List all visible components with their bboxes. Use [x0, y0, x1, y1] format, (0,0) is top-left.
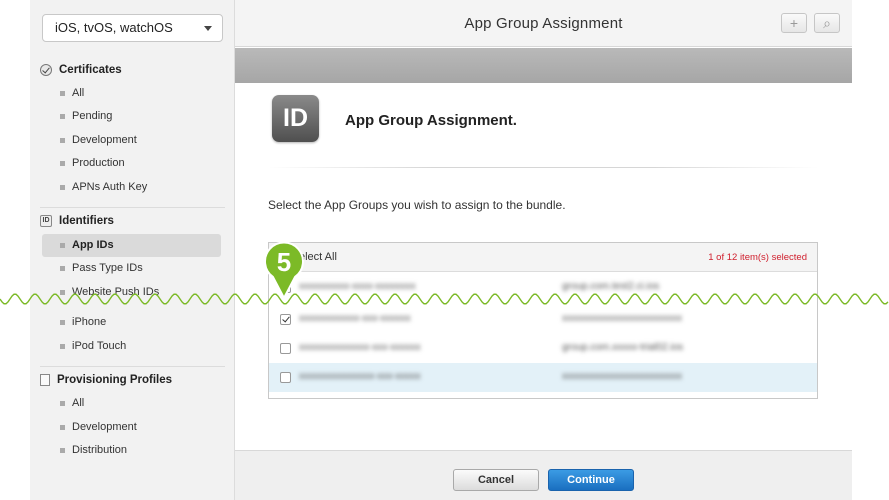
bullet-icon — [60, 290, 65, 295]
sidebar-item-label: All — [72, 87, 85, 99]
table-row[interactable]: xxxxxxxxxxxxxxx-xxx-xxxxx xxxxxxxxxxxxxx… — [269, 363, 817, 392]
sidebar-item-certificates-development[interactable]: Development — [42, 129, 221, 152]
step-marker-icon: 5 — [264, 241, 304, 300]
sidebar-item-profiles-development[interactable]: Development — [42, 416, 221, 439]
sidebar-item-label: Production — [72, 157, 125, 169]
app-group-identifier: group.com.xxxxx-trial02.ios — [562, 342, 684, 353]
app-group-identifier: xxxxxxxxxxxxxxxxxxxxxxxx — [562, 313, 682, 324]
sidebar-item-label: iPod Touch — [72, 340, 127, 352]
page-title: App Group Assignment. — [345, 112, 517, 129]
sidebar-item-certificates-production[interactable]: Production — [42, 152, 221, 175]
sidebar-item-label: Development — [72, 421, 137, 433]
platform-select-value: iOS, tvOS, watchOS — [55, 20, 173, 35]
chevron-down-icon — [204, 26, 212, 31]
sidebar-item-ipod-touch[interactable]: iPod Touch — [42, 335, 221, 358]
sidebar-item-profiles-distribution[interactable]: Distribution — [42, 439, 221, 462]
bullet-icon — [60, 138, 65, 143]
sidebar-item-iphone[interactable]: iPhone — [42, 311, 221, 334]
sidebar-item-label: Pending — [72, 110, 113, 122]
app-group-name: xxxxxxxxxxxx-xxx-xxxxxx — [299, 313, 411, 324]
section-provisioning-profiles: Provisioning Profiles — [40, 371, 172, 389]
bullet-icon — [60, 114, 65, 119]
sidebar-item-app-ids[interactable]: App IDs — [42, 234, 221, 257]
bullet-icon — [60, 185, 65, 190]
app-group-table: elect All 1 of 12 item(s) selected xxxxx… — [268, 242, 818, 399]
instruction-text: Select the App Groups you wish to assign… — [268, 198, 566, 212]
bullet-icon — [60, 243, 65, 248]
selected-count: 1 of 12 item(s) selected — [708, 252, 807, 263]
continue-button[interactable]: Continue — [548, 469, 634, 491]
page-margin — [852, 0, 889, 500]
cancel-button[interactable]: Cancel — [453, 469, 539, 491]
sidebar-item-label: Development — [72, 134, 137, 146]
app-group-name: xxxxxxxxxx-xxxx-xxxxxxxx — [299, 281, 416, 292]
search-button[interactable]: ⌕ — [814, 13, 840, 33]
plus-icon: + — [789, 15, 799, 31]
header-bar: App Group Assignment + ⌕ — [235, 0, 852, 47]
bullet-icon — [60, 425, 65, 430]
table-header: elect All 1 of 12 item(s) selected — [269, 243, 817, 272]
id-badge-icon: ID — [272, 95, 319, 142]
bullet-icon — [60, 91, 65, 96]
certificate-icon — [40, 64, 52, 76]
document-icon — [40, 374, 50, 386]
table-row[interactable]: xxxxxxxxxxxx-xxx-xxxxxx xxxxxxxxxxxxxxxx… — [269, 305, 817, 334]
table-row[interactable]: xxxxxxxxxxxxxx-xxx-xxxxxx group.com.xxxx… — [269, 334, 817, 363]
sidebar-item-website-push-ids[interactable]: Website Push IDs — [42, 281, 221, 304]
sidebar-item-certificates-pending[interactable]: Pending — [42, 105, 221, 128]
platform-select[interactable]: iOS, tvOS, watchOS — [42, 14, 223, 42]
step-number: 5 — [277, 247, 291, 277]
identifier-icon: ID — [40, 215, 52, 227]
sidebar-item-label: Distribution — [72, 444, 128, 456]
app-group-identifier: xxxxxxxxxxxxxxxxxxxxxxxx — [562, 371, 682, 382]
sidebar-item-profiles-all[interactable]: All — [42, 392, 221, 415]
bullet-icon — [60, 161, 65, 166]
sidebar-item-label: Pass Type IDs — [72, 262, 143, 274]
section-title: Provisioning Profiles — [57, 374, 173, 386]
sidebar-item-label: APNs Auth Key — [72, 181, 148, 193]
add-button[interactable]: + — [781, 13, 807, 33]
bullet-icon — [60, 448, 65, 453]
section-title: Certificates — [59, 64, 122, 76]
bullet-icon — [60, 320, 65, 325]
section-title: Identifiers — [59, 215, 114, 227]
sidebar: iOS, tvOS, watchOS Certificates All Pend… — [30, 0, 235, 500]
app-group-name: xxxxxxxxxxxxxxx-xxx-xxxxx — [299, 371, 421, 382]
bullet-icon — [60, 266, 65, 271]
table-row[interactable]: xxxxxxxxxx-xxxx-xxxxxxxx group.com.test2… — [269, 273, 817, 302]
sidebar-item-label: All — [72, 397, 85, 409]
app-group-name: xxxxxxxxxxxxxx-xxx-xxxxxx — [299, 342, 421, 353]
row-checkbox[interactable] — [280, 343, 291, 354]
page-header-title: App Group Assignment — [464, 15, 623, 32]
sidebar-item-certificates-apns[interactable]: APNs Auth Key — [42, 176, 221, 199]
footer-bar: Cancel Continue — [235, 450, 852, 500]
search-icon: ⌕ — [823, 15, 831, 31]
sidebar-item-label: iPhone — [72, 316, 107, 328]
section-identifiers: ID Identifiers — [40, 212, 114, 230]
bullet-icon — [60, 401, 65, 406]
sidebar-divider — [40, 207, 225, 208]
sidebar-item-label: App IDs — [72, 239, 114, 251]
sidebar-divider — [40, 366, 225, 367]
sidebar-item-label: Website Push IDs — [72, 286, 160, 298]
bullet-icon — [60, 344, 65, 349]
row-checkbox[interactable] — [280, 314, 291, 325]
sidebar-item-certificates-all[interactable]: All — [42, 82, 221, 105]
section-certificates: Certificates — [40, 61, 122, 79]
app-group-identifier: group.com.test2.ci.ios — [562, 281, 660, 292]
sidebar-item-pass-type-ids[interactable]: Pass Type IDs — [42, 257, 221, 280]
title-divider — [268, 167, 818, 168]
header-band — [235, 48, 852, 83]
row-checkbox[interactable] — [280, 372, 291, 383]
